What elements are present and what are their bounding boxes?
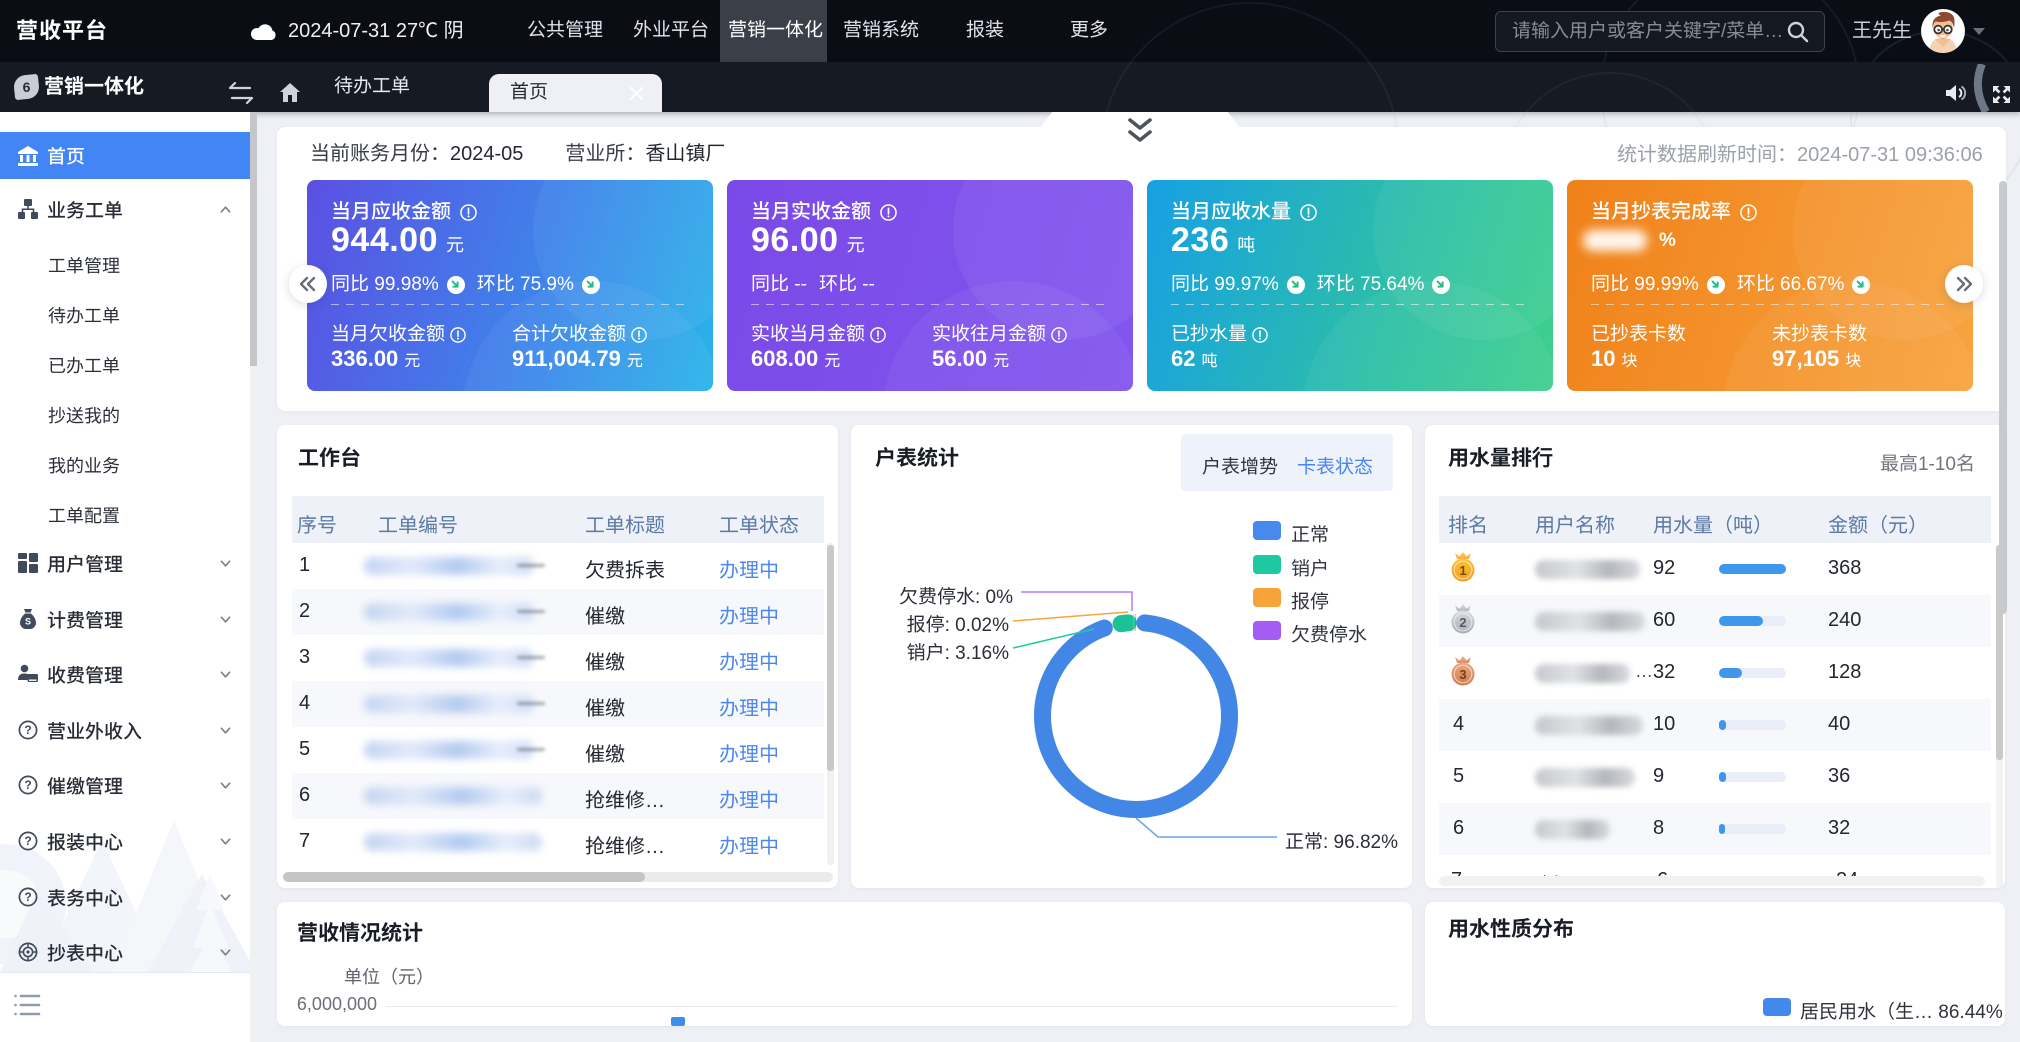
svg-text:?: ?: [24, 723, 31, 737]
svg-text:?: ?: [24, 778, 31, 792]
svg-text:1: 1: [1459, 563, 1466, 578]
svg-text:?: ?: [24, 890, 31, 904]
svg-text:2: 2: [1459, 615, 1466, 630]
svg-text:3: 3: [1459, 667, 1466, 682]
svg-text:S: S: [25, 617, 31, 627]
svg-text:?: ?: [24, 834, 31, 848]
